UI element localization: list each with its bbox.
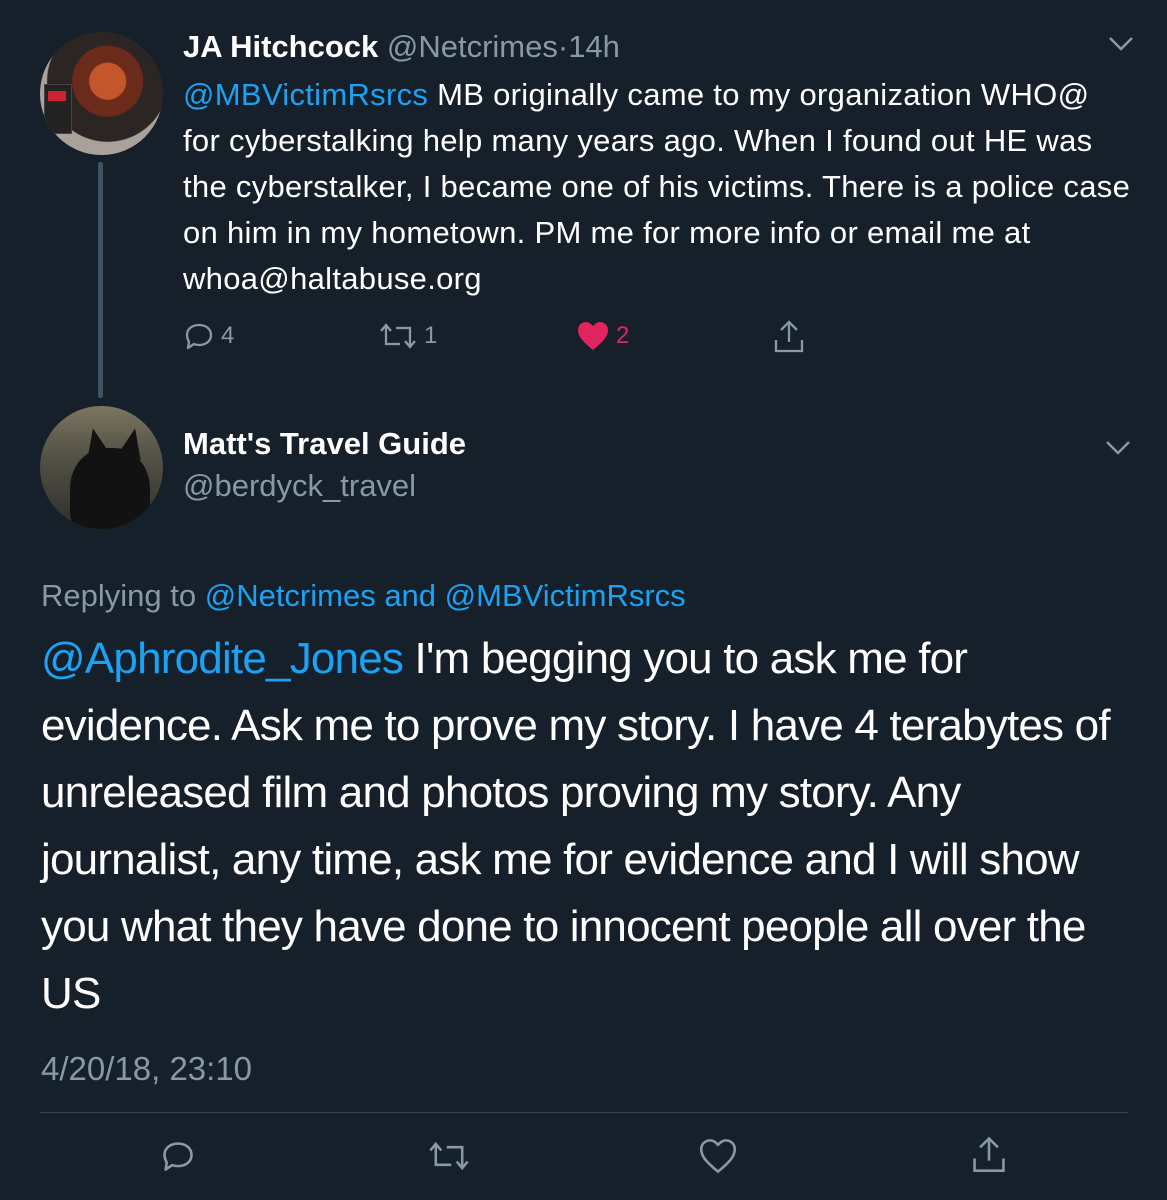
parent-mention-link[interactable]: @MBVictimRsrcs (183, 77, 428, 112)
parent-reply-count: 4 (221, 322, 235, 349)
parent-author-handle[interactable]: @Netcrimes (387, 29, 558, 64)
reply-icon (163, 1142, 193, 1171)
retweet-icon (380, 323, 416, 349)
retweet-icon (429, 1141, 469, 1171)
parent-tweet-text: @MBVictimRsrcs MB originally came to my … (183, 72, 1133, 302)
chevron-down-icon[interactable] (1108, 36, 1134, 52)
reply-icon (185, 323, 213, 350)
parent-retweet-button[interactable]: 1 (378, 320, 437, 352)
header-separator: · (557, 29, 569, 64)
reply-mention-link[interactable]: @Aphrodite_Jones (41, 634, 404, 683)
chevron-down-icon[interactable] (1105, 440, 1131, 456)
like-icon (578, 322, 608, 350)
divider (40, 1112, 1128, 1113)
parent-like-button[interactable]: 2 (576, 320, 629, 352)
share-button[interactable] (970, 1134, 1008, 1174)
reply-avatar[interactable] (40, 406, 163, 529)
share-icon (973, 1136, 1005, 1172)
retweet-button[interactable] (427, 1138, 471, 1174)
reply-author-handle[interactable]: @berdyck_travel (183, 468, 416, 504)
parent-tweet-header: JA Hitchcock @Netcrimes·14h (183, 28, 620, 66)
like-icon (699, 1139, 737, 1174)
replying-to-users-link[interactable]: @Netcrimes and @MBVictimRsrcs (205, 578, 686, 613)
parent-retweet-count: 1 (424, 322, 438, 349)
parent-share-button[interactable] (772, 318, 806, 354)
reply-button[interactable] (160, 1138, 196, 1174)
replying-to-line: Replying to @Netcrimes and @MBVictimRsrc… (41, 578, 686, 614)
reply-body-text: I'm begging you to ask me for evidence. … (41, 634, 1111, 1018)
parent-time-ago[interactable]: 14h (568, 29, 620, 64)
parent-like-count: 2 (616, 322, 630, 349)
parent-avatar[interactable] (40, 32, 163, 155)
parent-author-name[interactable]: JA Hitchcock (183, 29, 378, 64)
share-icon (774, 320, 804, 353)
replying-to-label: Replying to (41, 578, 205, 613)
like-button[interactable] (699, 1138, 737, 1174)
reply-author-name[interactable]: Matt's Travel Guide (183, 426, 466, 462)
thread-connector-line (98, 162, 103, 398)
reply-tweet-text: @Aphrodite_Jones I'm begging you to ask … (41, 625, 1131, 1027)
parent-reply-button[interactable]: 4 (183, 320, 234, 352)
tweet-timestamp[interactable]: 4/20/18, 23:10 (41, 1050, 252, 1088)
